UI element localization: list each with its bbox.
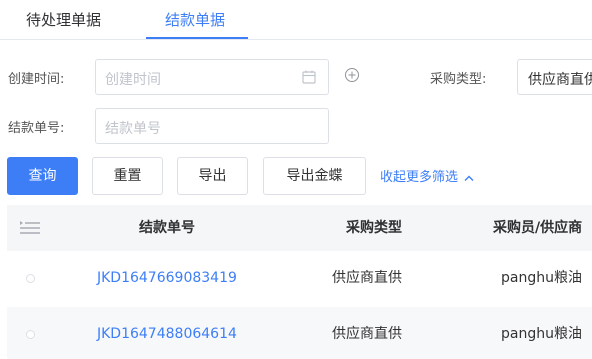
table-row[interactable]: JKD1647488064614 供应商直供 panghu粮油 <box>7 307 592 359</box>
row-radio[interactable] <box>26 274 35 283</box>
table-row[interactable]: JKD1647669083419 供应商直供 panghu粮油 <box>7 251 592 305</box>
created-time-label: 创建时间: <box>8 72 65 87</box>
header-settlement-no: 结款单号 <box>139 220 195 236</box>
created-time-placeholder: 创建时间 <box>105 72 161 88</box>
table-header: 结款单号 采购类型 采购员/供应商 <box>7 205 592 251</box>
created-time-picker[interactable]: 创建时间 <box>95 59 329 95</box>
collapse-filters-label: 收起更多筛选 <box>380 170 459 185</box>
buyer-supplier-cell: panghu粮油 <box>501 270 582 286</box>
column-settings-icon[interactable] <box>19 220 41 236</box>
settlement-no-placeholder: 结款单号 <box>105 121 161 137</box>
purchase-type-select[interactable]: 供应商直供 <box>517 59 592 95</box>
query-button[interactable]: 查询 <box>7 157 78 195</box>
header-buyer-supplier: 采购员/供应商 <box>493 220 583 236</box>
purchase-type-label: 采购类型: <box>430 72 487 87</box>
settlement-no-link[interactable]: JKD1647669083419 <box>97 251 237 305</box>
collapse-filters-link[interactable]: 收起更多筛选 <box>380 166 474 185</box>
settlement-no-label: 结款单号: <box>8 121 65 136</box>
reset-button[interactable]: 重置 <box>92 157 163 195</box>
row-radio[interactable] <box>26 330 35 339</box>
export-kingdee-button[interactable]: 导出金蝶 <box>263 157 366 195</box>
export-button[interactable]: 导出 <box>177 157 248 195</box>
purchase-type-cell: 供应商直供 <box>332 270 402 286</box>
tab-bar: 待处理单据 结款单据 <box>0 0 592 40</box>
add-filter-icon[interactable] <box>344 67 360 83</box>
settlement-no-input[interactable]: 结款单号 <box>95 108 329 144</box>
purchase-type-value: 供应商直供 <box>528 72 592 88</box>
header-purchase-type: 采购类型 <box>346 220 402 236</box>
calendar-icon <box>302 70 316 84</box>
purchase-type-cell: 供应商直供 <box>332 326 402 342</box>
chevron-up-icon <box>464 175 474 181</box>
tab-pending-documents[interactable]: 待处理单据 <box>26 0 101 40</box>
tab-settlement-documents[interactable]: 结款单据 <box>165 0 225 40</box>
buyer-supplier-cell: panghu粮油 <box>501 326 582 342</box>
active-tab-indicator <box>146 37 248 39</box>
settlement-no-link[interactable]: JKD1647488064614 <box>97 307 237 359</box>
